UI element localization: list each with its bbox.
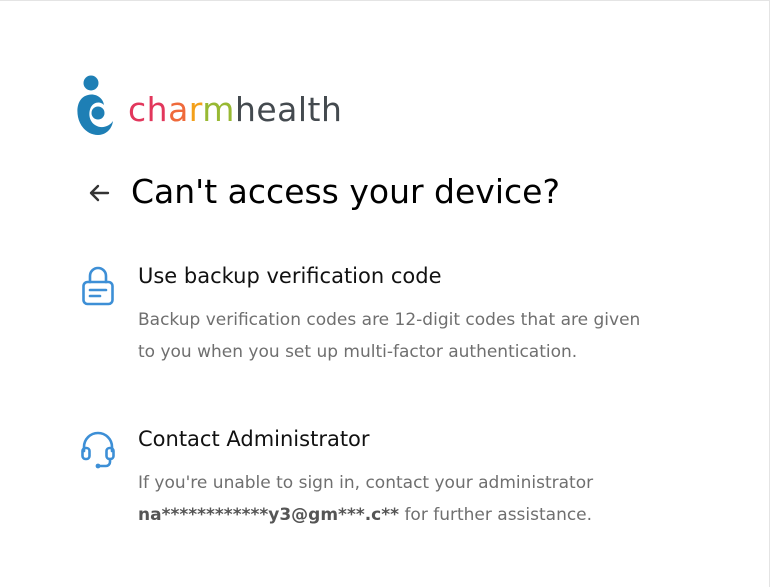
page-title: Can't access your device? xyxy=(131,172,560,211)
contact-administrator-desc-suffix: for further assistance. xyxy=(399,505,593,525)
arrow-left-icon xyxy=(89,184,110,202)
charmhealth-logo: charmhealth xyxy=(76,75,342,137)
backup-code-description: Backup verification codes are 12-digit c… xyxy=(138,304,698,368)
lock-icon xyxy=(82,266,114,306)
administrator-email: na************y3@gm***.c** xyxy=(138,505,400,525)
contact-administrator-desc-line: If you're unable to sign in, contact you… xyxy=(138,473,594,493)
backup-code-desc-line: to you when you set up multi-factor auth… xyxy=(138,342,578,362)
charmhealth-logo-mark-icon xyxy=(77,75,113,135)
contact-administrator-title: Contact Administrator xyxy=(138,427,370,451)
headset-icon xyxy=(81,431,115,469)
contact-administrator-description: If you're unable to sign in, contact you… xyxy=(138,467,698,531)
backup-code-title: Use backup verification code xyxy=(138,264,442,288)
contact-administrator-desc-line: na************y3@gm***.c** for further a… xyxy=(138,499,698,531)
charmhealth-logo-text: charmhealth xyxy=(128,89,343,129)
backup-code-desc-line: Backup verification codes are 12-digit c… xyxy=(138,310,641,330)
back-button[interactable] xyxy=(86,181,112,205)
page-frame: charmhealth Can't access your device? Us… xyxy=(0,0,770,587)
